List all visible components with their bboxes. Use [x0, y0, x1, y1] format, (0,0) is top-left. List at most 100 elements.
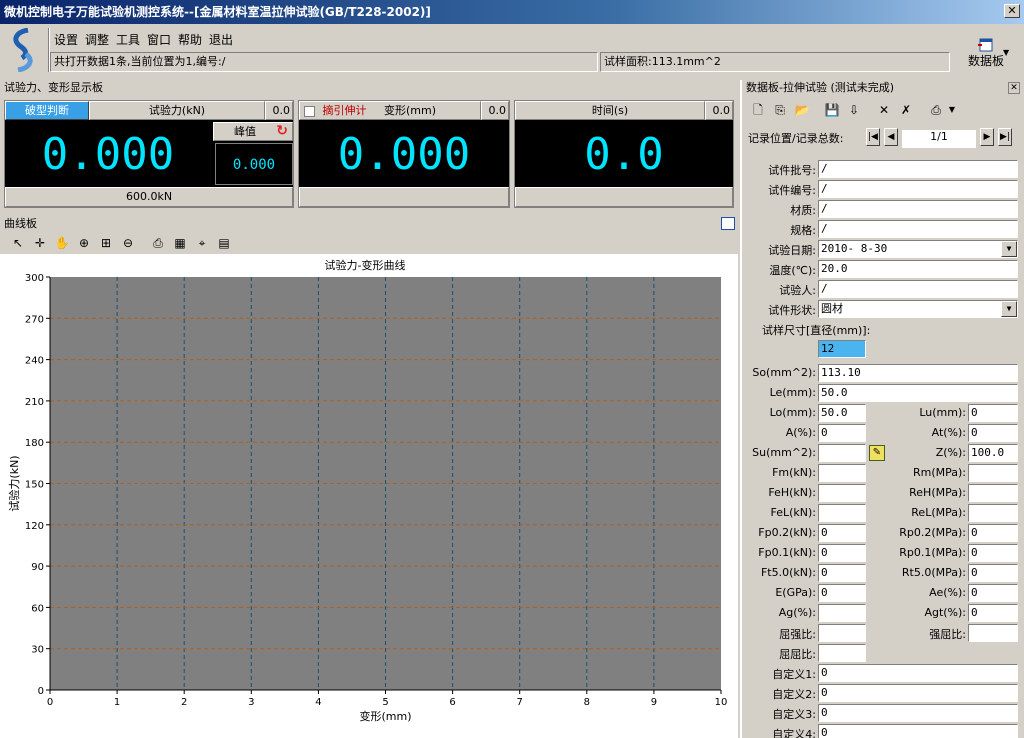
close-button[interactable]: ✕ — [1004, 4, 1020, 18]
field-input[interactable]: 20.0 — [818, 260, 1018, 278]
force-label: 试验力(kN) — [89, 101, 265, 120]
param-input[interactable]: 0 — [818, 524, 866, 542]
param-input[interactable] — [818, 644, 866, 662]
field-label: 试验人: — [779, 284, 816, 297]
peak-label-text: 峰值 — [234, 125, 256, 138]
param-input[interactable]: 0 — [968, 524, 1018, 542]
data-board-title: 数据板-拉伸试验 (测试未完成) — [742, 80, 1012, 96]
menu-item[interactable]: 退出 — [206, 31, 236, 48]
field-value: / — [821, 222, 828, 235]
next-record-button[interactable]: ▶ — [980, 128, 994, 146]
x-tick-label: 4 — [315, 697, 321, 708]
param-input[interactable]: 0 — [968, 544, 1018, 562]
open-folder-icon[interactable]: 📂 — [792, 101, 812, 119]
custom-input[interactable]: 0 — [818, 704, 1018, 722]
field-label: So(mm^2): — [752, 366, 816, 379]
param-input[interactable] — [818, 604, 866, 622]
field-label: Le(mm): — [769, 386, 816, 399]
param-input[interactable]: 50.0 — [818, 404, 866, 422]
menu-item[interactable]: 调整 — [82, 31, 112, 48]
param-input[interactable] — [968, 624, 1018, 642]
combo-dropdown-icon[interactable]: ▼ — [1001, 301, 1017, 317]
param-input[interactable] — [968, 484, 1018, 502]
zoom-out-icon[interactable]: ⊖ — [118, 234, 138, 252]
field-input[interactable]: 113.10 — [818, 364, 1018, 382]
combo-dropdown-icon[interactable]: ▼ — [1001, 241, 1017, 257]
table-view-icon[interactable]: ▤ — [214, 234, 234, 252]
calculator-icon[interactable]: ✎ — [869, 445, 885, 461]
param-input[interactable] — [968, 504, 1018, 522]
restore-window-icon[interactable] — [721, 217, 735, 230]
curve-panel-title: 曲线板 — [0, 216, 738, 232]
crosshair-icon[interactable]: ✛ — [30, 234, 50, 252]
param-input[interactable] — [818, 504, 866, 522]
new-file-icon[interactable]: 🗋 — [748, 101, 768, 119]
param-input[interactable] — [818, 484, 866, 502]
y-tick-label: 0 — [38, 686, 44, 697]
param-label: Rt5.0(MPa): — [901, 566, 966, 579]
field-input[interactable]: / — [818, 160, 1018, 178]
param-input[interactable]: 0 — [818, 424, 866, 442]
extensometer-checkbox[interactable] — [304, 105, 315, 117]
reset-peak-icon[interactable]: ↻ — [276, 123, 288, 140]
custom-input[interactable]: 0 — [818, 664, 1018, 682]
field-input[interactable]: 50.0 — [818, 384, 1018, 402]
field-input[interactable]: / — [818, 200, 1018, 218]
force-value: 0.000 — [41, 129, 175, 180]
save-icon[interactable]: 💾 — [822, 101, 842, 119]
x-tick-label: 1 — [114, 697, 120, 708]
zoom-fit-icon[interactable]: ⊞ — [96, 234, 116, 252]
delete-icon[interactable]: ✕ — [874, 101, 894, 119]
menu-item[interactable]: 窗口 — [144, 31, 174, 48]
data-board: 数据板-拉伸试验 (测试未完成) ✕ 🗋 ⎘ 📂 💾 ⇩ ✕ ✗ ⎙ ▼ 记录位置/记录总数: … — [740, 80, 1024, 738]
field-input[interactable]: 2010- 8-30 ▼ — [818, 240, 1018, 258]
param-input[interactable]: 0 — [968, 424, 1018, 442]
prev-record-button[interactable]: ◀ — [884, 128, 898, 146]
print-icon[interactable]: ⎙ — [148, 234, 168, 252]
param-input[interactable]: 0 — [968, 564, 1018, 582]
chart-settings-icon[interactable]: ▦ — [170, 234, 190, 252]
data-board-close-icon[interactable]: ✕ — [1008, 82, 1020, 94]
field-input[interactable]: / — [818, 180, 1018, 198]
param-input[interactable]: 0 — [968, 404, 1018, 422]
field-label: 试件形状: — [768, 304, 816, 317]
param-input[interactable] — [968, 464, 1018, 482]
param-input[interactable]: 0 — [818, 564, 866, 582]
menu-item[interactable]: 工具 — [113, 31, 143, 48]
first-record-button[interactable]: |◀ — [866, 128, 880, 146]
zoom-in-icon[interactable]: ⊕ — [74, 234, 94, 252]
data-cursor-icon[interactable]: ⌖ — [192, 234, 212, 252]
param-input[interactable]: 0 — [818, 544, 866, 562]
param-input[interactable]: 100.0 — [968, 444, 1018, 462]
custom-input[interactable]: 0 — [818, 684, 1018, 702]
menu-item[interactable]: 设置 — [51, 31, 81, 48]
chart-title: 试验力-变形曲线 — [325, 258, 406, 272]
force-deformation-chart[interactable]: 试验力-变形曲线 0 1 2 3 4 5 6 7 8 9 10 0 30 60 90 120 150 180 210… — [0, 254, 738, 738]
curve-toolbar: ↖ ✛ ✋ ⊕ ⊞ ⊖ ⎙ ▦ ⌖ ▤ — [0, 232, 738, 254]
printer-dropdown-icon[interactable]: ▼ — [942, 101, 962, 119]
copy-icon[interactable]: ⎘ — [770, 101, 790, 119]
field-input[interactable]: 圆材 ▼ — [818, 300, 1018, 318]
param-input[interactable]: 0 — [968, 584, 1018, 602]
param-label: Ag(%): — [778, 606, 816, 619]
param-input[interactable] — [818, 464, 866, 482]
param-input[interactable] — [818, 444, 866, 462]
hand-icon[interactable]: ✋ — [52, 234, 72, 252]
databoard-dropdown-icon[interactable]: ▼ — [1003, 48, 1009, 57]
force-range: 600.0kN — [5, 187, 293, 207]
param-input[interactable]: 0 — [968, 604, 1018, 622]
break-judge-button[interactable]: 破型判断 — [5, 101, 89, 120]
custom-label: 自定义2: — [772, 688, 816, 701]
param-input[interactable] — [818, 624, 866, 642]
field-input[interactable]: / — [818, 220, 1018, 238]
param-input[interactable]: 0 — [818, 584, 866, 602]
pointer-icon[interactable]: ↖ — [8, 234, 28, 252]
field-input[interactable]: / — [818, 280, 1018, 298]
export-icon[interactable]: ⇩ — [844, 101, 864, 119]
custom-input[interactable]: 0 — [818, 724, 1018, 738]
size-input[interactable]: 12 — [818, 340, 866, 358]
delete-all-icon[interactable]: ✗ — [896, 101, 916, 119]
menu-item[interactable]: 帮助 — [175, 31, 205, 48]
last-record-button[interactable]: ▶| — [998, 128, 1012, 146]
param-label: Lu(mm): — [919, 406, 966, 419]
